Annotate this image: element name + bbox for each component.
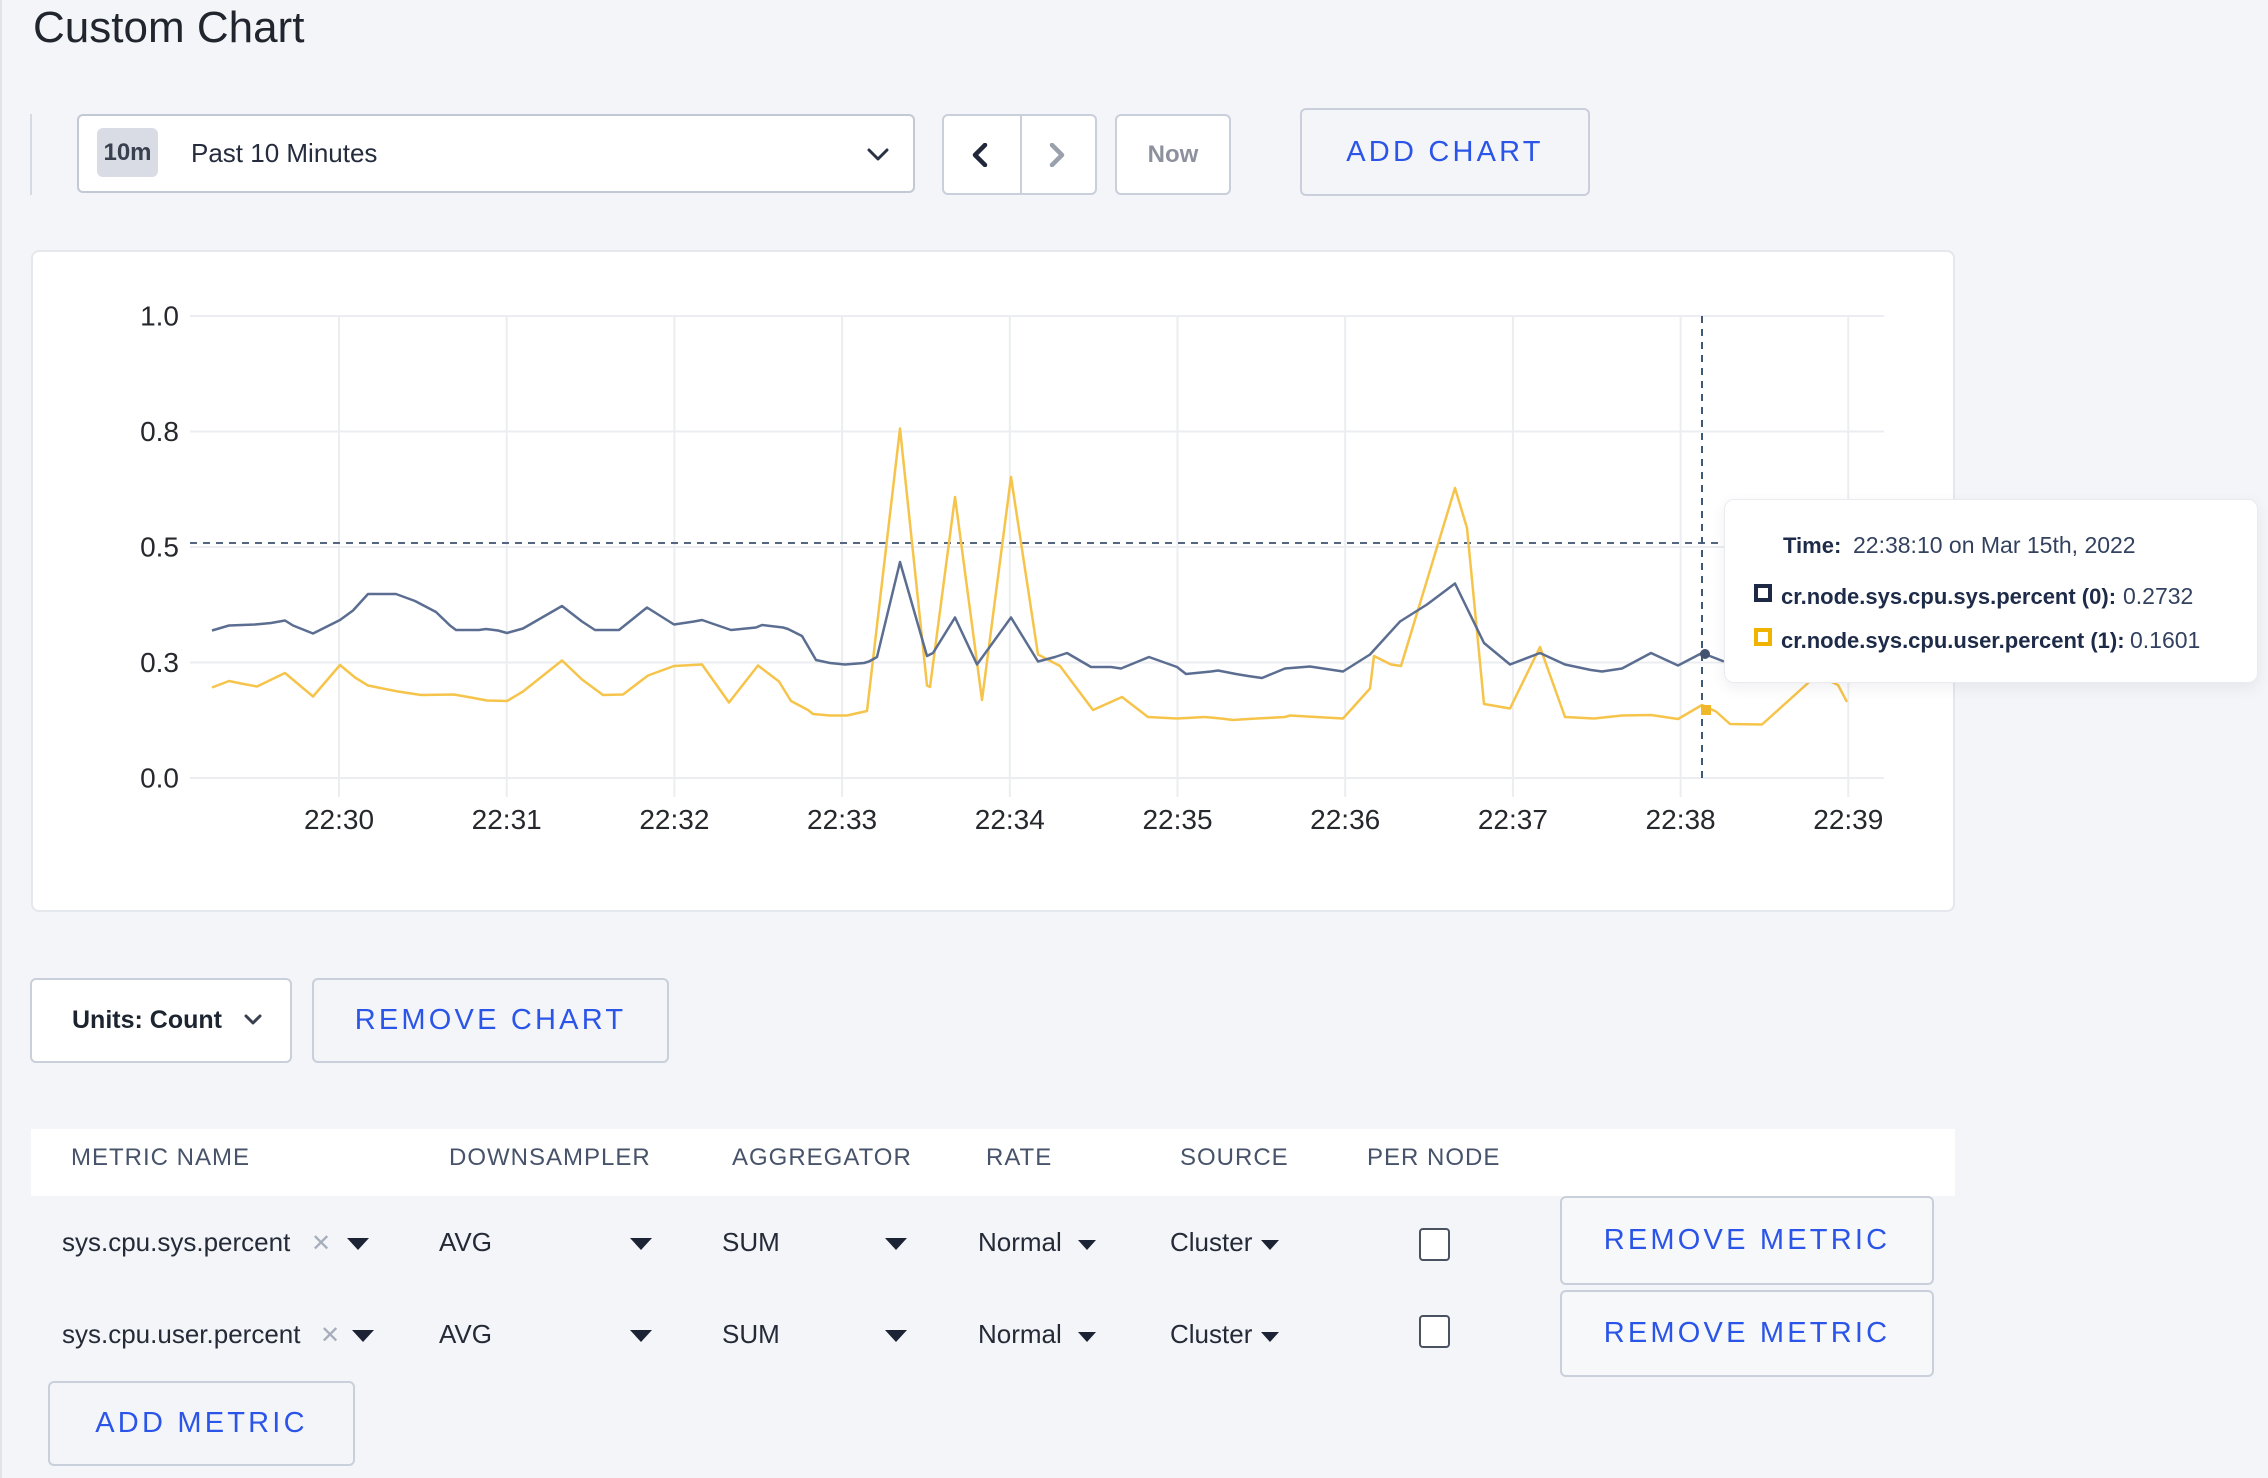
svg-text:22:39: 22:39 (1813, 804, 1883, 835)
svg-text:1.0: 1.0 (140, 301, 179, 332)
svg-text:0.0: 0.0 (140, 763, 179, 794)
svg-text:22:37: 22:37 (1478, 804, 1548, 835)
svg-text:22:38: 22:38 (1646, 804, 1716, 835)
svg-text:22:30: 22:30 (304, 804, 374, 835)
svg-text:22:33: 22:33 (807, 804, 877, 835)
svg-text:22:35: 22:35 (1142, 804, 1212, 835)
svg-text:22:36: 22:36 (1310, 804, 1380, 835)
svg-text:22:34: 22:34 (975, 804, 1045, 835)
svg-text:0.5: 0.5 (140, 532, 179, 563)
svg-text:0.8: 0.8 (140, 416, 179, 447)
svg-text:22:31: 22:31 (472, 804, 542, 835)
svg-text:0.3: 0.3 (140, 647, 179, 678)
svg-text:22:32: 22:32 (639, 804, 709, 835)
